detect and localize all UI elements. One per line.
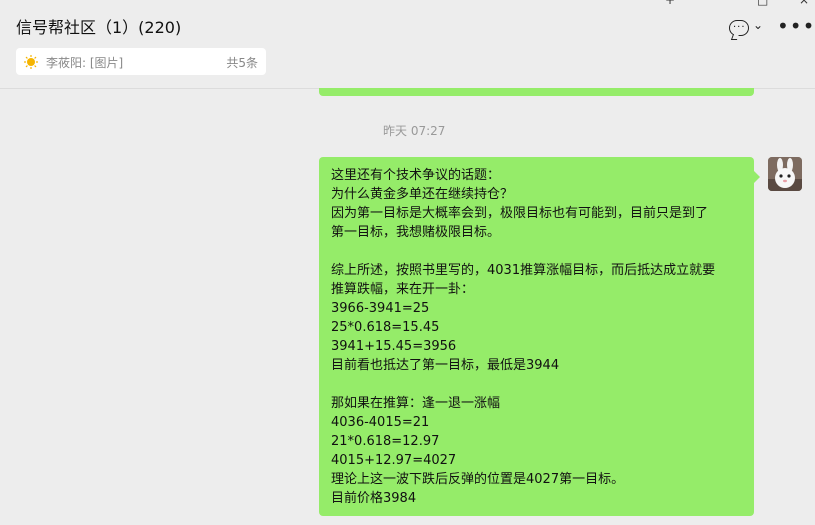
close-icon[interactable]: × [799, 0, 809, 6]
chevron-down-icon[interactable]: ⌄ [753, 18, 763, 32]
message-line: 这里还有个技术争议的话题： [331, 168, 501, 183]
message-line [331, 242, 744, 261]
message-line: 第一目标，我想赌极限目标。 [331, 225, 501, 240]
pinned-message-bar[interactable]: 李莜阳: [图片] 共5条 [16, 48, 266, 75]
message-line: 目前价格3984 [331, 491, 417, 506]
message-line [331, 375, 744, 394]
message-line: 因为第一目标是大概率会到，极限目标也有可能到，目前只是到了 [331, 206, 709, 221]
chat-bubble-icon[interactable]: ··· [729, 20, 749, 36]
pinned-count: 共5条 [226, 56, 258, 70]
message-line: 推算跌幅，来在开一卦： [331, 282, 475, 297]
message-line: 3941+15.45=3956 [331, 339, 457, 354]
message-line: 4015+12.97=4027 [331, 453, 457, 468]
avatar[interactable] [768, 157, 802, 191]
message-line: 4036-4015=21 [331, 415, 430, 430]
rabbit-avatar-image [768, 157, 802, 191]
message-line: 25*0.618=15.45 [331, 320, 440, 335]
maximize-icon[interactable]: □ [757, 0, 768, 6]
message-line: 综上所述，按照书里写的，4031推算涨幅目标，而后抵达成立就要 [331, 263, 716, 278]
message-line: 目前看也抵达了第一目标，最低是3944 [331, 358, 560, 373]
previous-message-bubble[interactable] [319, 88, 754, 96]
sun-icon [24, 55, 38, 69]
chat-header: + □ × 信号帮社区（1）(220) ··· ⌄ ••• 李莜阳: [图片] … [0, 0, 815, 89]
add-icon[interactable]: + [665, 0, 675, 6]
message-line: 理论上这一波下跌后反弹的位置是4027第一目标。 [331, 472, 625, 487]
message-timestamp: 昨天 07:27 [383, 124, 446, 138]
message-bubble[interactable]: 这里还有个技术争议的话题： 为什么黄金多单还在继续持仓？ 因为第一目标是大概率会… [319, 157, 760, 516]
chat-title[interactable]: 信号帮社区（1）(220) [16, 14, 181, 38]
message-line: 21*0.618=12.97 [331, 434, 440, 449]
message-line: 那如果在推算：逢一退一涨幅 [331, 396, 501, 411]
more-icon[interactable]: ••• [777, 14, 815, 38]
message-line: 3966-3941=25 [331, 301, 430, 316]
pinned-message-text: 李莜阳: [图片] [46, 56, 124, 70]
message-line: 为什么黄金多单还在继续持仓？ [331, 187, 514, 202]
